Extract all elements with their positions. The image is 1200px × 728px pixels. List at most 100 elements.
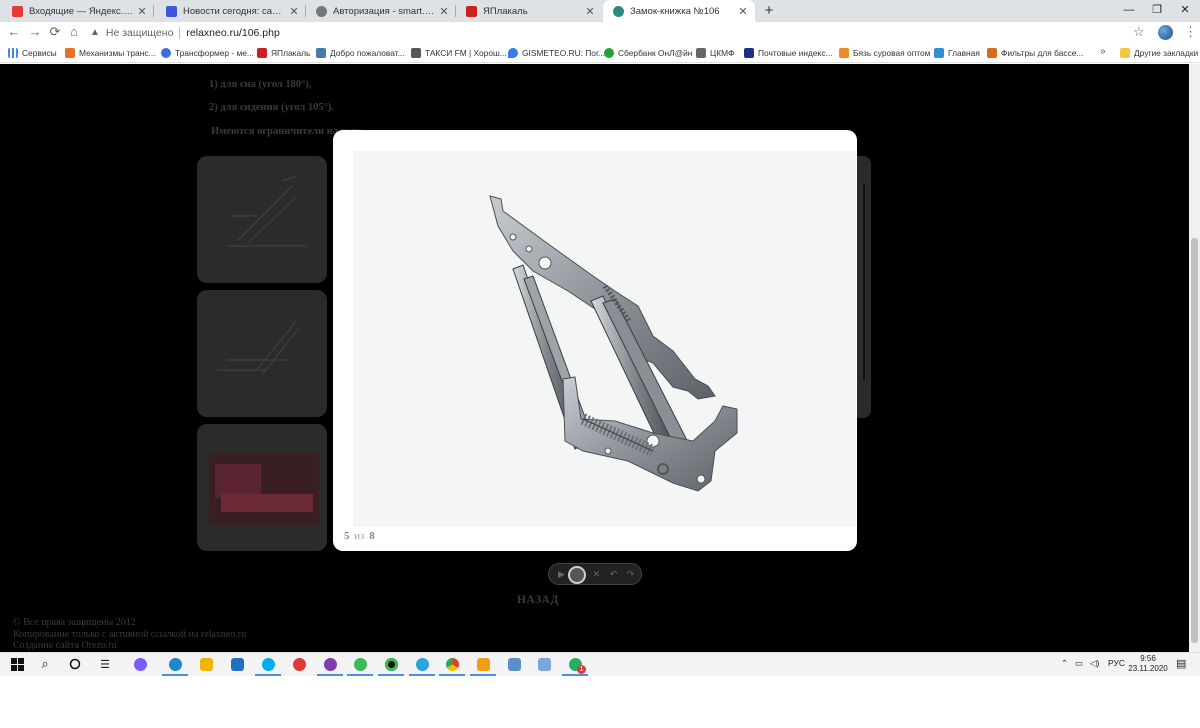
minimize-button[interactable]: — <box>1114 0 1144 22</box>
scrollbar-thumb[interactable] <box>1191 238 1198 643</box>
home-button[interactable]: ⌂ <box>66 24 82 40</box>
bookmark-label: Главная <box>948 47 980 58</box>
tab-yaplakal[interactable]: ЯПлакаль ✕ <box>456 0 602 22</box>
bookmark-postal-codes[interactable]: Почтовые индекс... <box>744 43 832 62</box>
footer-copy-note: Копирование только с активной ссылкой на… <box>13 629 247 640</box>
bookmark-star-icon[interactable]: ☆ <box>1133 24 1145 40</box>
mail-app-icon[interactable] <box>228 655 246 673</box>
bookmark-gismeteo[interactable]: GISMETEO.RU: Пог... <box>508 43 605 62</box>
bookmark-favicon-icon <box>696 47 706 58</box>
profile-avatar[interactable] <box>1158 25 1173 40</box>
icq-icon[interactable] <box>347 655 373 676</box>
bookmark-other[interactable]: Другие закладки <box>1120 43 1198 62</box>
bookmark-favicon-icon <box>839 47 849 58</box>
orange-app-icon[interactable] <box>470 655 496 676</box>
tab-strip: Входящие — Яндекс.Почта ✕ Новости сегодн… <box>0 0 1200 22</box>
divider <box>179 26 181 39</box>
action-center-icon[interactable]: ▤ <box>1176 657 1186 670</box>
security-label[interactable]: Не защищено <box>106 27 174 39</box>
warning-icon[interactable]: ▲ <box>90 27 100 38</box>
search-icon[interactable]: ⌕ <box>36 655 54 673</box>
tab-news[interactable]: Новости сегодня: самые свежие ✕ <box>156 0 306 22</box>
folder-icon <box>1120 47 1130 58</box>
lightbox-image[interactable] <box>353 151 856 527</box>
clock[interactable]: 9:56 23.11.2020 <box>1126 654 1170 674</box>
bookmark-favicon-icon <box>65 47 75 58</box>
bookmark-sberbank[interactable]: Сбербанк ОнЛ@йн <box>604 43 692 62</box>
bookmark-label: Бязь суровая оптом <box>853 47 931 58</box>
bookmark-label: Механизмы транс... <box>79 47 156 58</box>
tab-yandex-mail[interactable]: Входящие — Яндекс.Почта ✕ <box>2 0 154 22</box>
page-scrollbar[interactable] <box>1189 64 1200 652</box>
yandex-browser-icon[interactable] <box>290 655 308 673</box>
footer-made-by[interactable]: Создание сайта Orezo.ru <box>13 640 117 651</box>
antivirus-icon[interactable] <box>378 655 404 676</box>
close-icon[interactable]: ✕ <box>136 5 148 18</box>
back-button[interactable]: ← <box>6 24 22 40</box>
bookmark-favicon-icon <box>934 47 944 58</box>
restore-button[interactable]: ❐ <box>1142 0 1172 22</box>
forward-button[interactable]: → <box>27 24 43 40</box>
alice-icon[interactable] <box>131 655 149 673</box>
bookmark-favicon-icon <box>316 47 326 58</box>
bookmark-label: Сбербанк ОнЛ@йн <box>618 47 693 58</box>
network-icon[interactable]: ▭ <box>1075 658 1083 669</box>
bookmark-mechanisms[interactable]: Механизмы транс... <box>65 43 156 62</box>
bookmark-services[interactable]: Сервисы <box>8 43 57 62</box>
close-icon[interactable]: ✕ <box>438 5 450 18</box>
tab-auth[interactable]: Авторизация - smart.ckmf.ru - M ✕ <box>306 0 456 22</box>
play-button[interactable]: ▶ <box>554 567 569 582</box>
language-indicator[interactable]: РУС <box>1108 658 1125 668</box>
back-link[interactable]: НАЗАД <box>517 594 559 606</box>
bookmark-byaz[interactable]: Бязь суровая оптом <box>839 43 930 62</box>
close-button[interactable]: ✕ <box>589 567 604 582</box>
url-text[interactable]: relaxneo.ru/106.php <box>186 27 279 39</box>
volume-icon[interactable]: ◁) <box>1090 658 1099 669</box>
chrome-icon[interactable] <box>439 655 465 676</box>
bookmark-ckmf[interactable]: ЦКМФ <box>696 43 734 62</box>
close-icon[interactable]: ✕ <box>584 5 596 18</box>
windows-start-icon[interactable] <box>8 655 26 673</box>
sofa-lift-mechanism-icon <box>489 195 738 492</box>
skype-icon[interactable] <box>255 655 281 676</box>
gallery-thumbnail[interactable] <box>197 290 327 417</box>
green-app-icon[interactable]: 1 <box>562 655 588 676</box>
close-icon[interactable]: ✕ <box>737 5 749 18</box>
tab-zamok-knizhka[interactable]: Замок-книжка №106 ✕ <box>603 0 755 22</box>
bookmark-transformer[interactable]: Трансформер - ме... <box>161 43 254 62</box>
bookmarks-bar: Сервисы Механизмы транс... Трансформер -… <box>0 43 1200 63</box>
browser-menu-icon[interactable]: ⋮ <box>1184 24 1197 40</box>
browser-toolbar: ← → ⟳ ⌂ ▲ Не защищено relaxneo.ru/106.ph… <box>0 22 1200 43</box>
telegram-icon[interactable] <box>409 655 435 676</box>
wizard-app-icon[interactable] <box>535 655 553 673</box>
mail-icon <box>12 5 23 17</box>
close-window-button[interactable]: ✕ <box>1170 0 1200 22</box>
viber-icon[interactable] <box>317 655 343 676</box>
clock-time: 9:56 <box>1140 654 1156 663</box>
footer-copyright: © Все права защищены 2012 <box>13 617 136 628</box>
tray-overflow-icon[interactable]: ⌃ <box>1061 658 1068 669</box>
task-view-icon[interactable] <box>66 655 84 673</box>
address-bar[interactable]: ▲ Не защищено relaxneo.ru/106.php <box>90 23 1150 42</box>
network-app-icon[interactable] <box>505 655 523 673</box>
current-slide-button[interactable] <box>568 566 586 584</box>
new-tab-button[interactable]: + <box>760 2 778 20</box>
bookmark-vk[interactable]: Добро пожаловат... <box>316 43 405 62</box>
bookmark-label: Фильтры для бассе... <box>1001 47 1084 58</box>
gallery-thumbnail[interactable] <box>197 424 327 551</box>
edge-icon[interactable] <box>162 655 188 676</box>
widgets-icon[interactable]: ☰ <box>96 655 114 673</box>
reload-button[interactable]: ⟳ <box>47 24 63 40</box>
next-button[interactable]: ↷ <box>623 567 638 582</box>
bookmark-label: Почтовые индекс... <box>758 47 833 58</box>
explorer-icon[interactable] <box>197 655 215 673</box>
bookmark-yaplakal[interactable]: ЯПлакаль <box>257 43 310 62</box>
gallery-thumbnail[interactable] <box>197 156 327 283</box>
bookmark-taxi-fm[interactable]: ТАКСИ FM | Хорош... <box>411 43 507 62</box>
prev-button[interactable]: ↶ <box>606 567 621 582</box>
bookmark-main[interactable]: Главная <box>934 43 980 62</box>
globe-icon <box>316 5 327 17</box>
bookmarks-overflow-button[interactable]: » <box>1100 46 1106 57</box>
close-icon[interactable]: ✕ <box>288 5 300 18</box>
bookmark-filters[interactable]: Фильтры для бассе... <box>987 43 1083 62</box>
